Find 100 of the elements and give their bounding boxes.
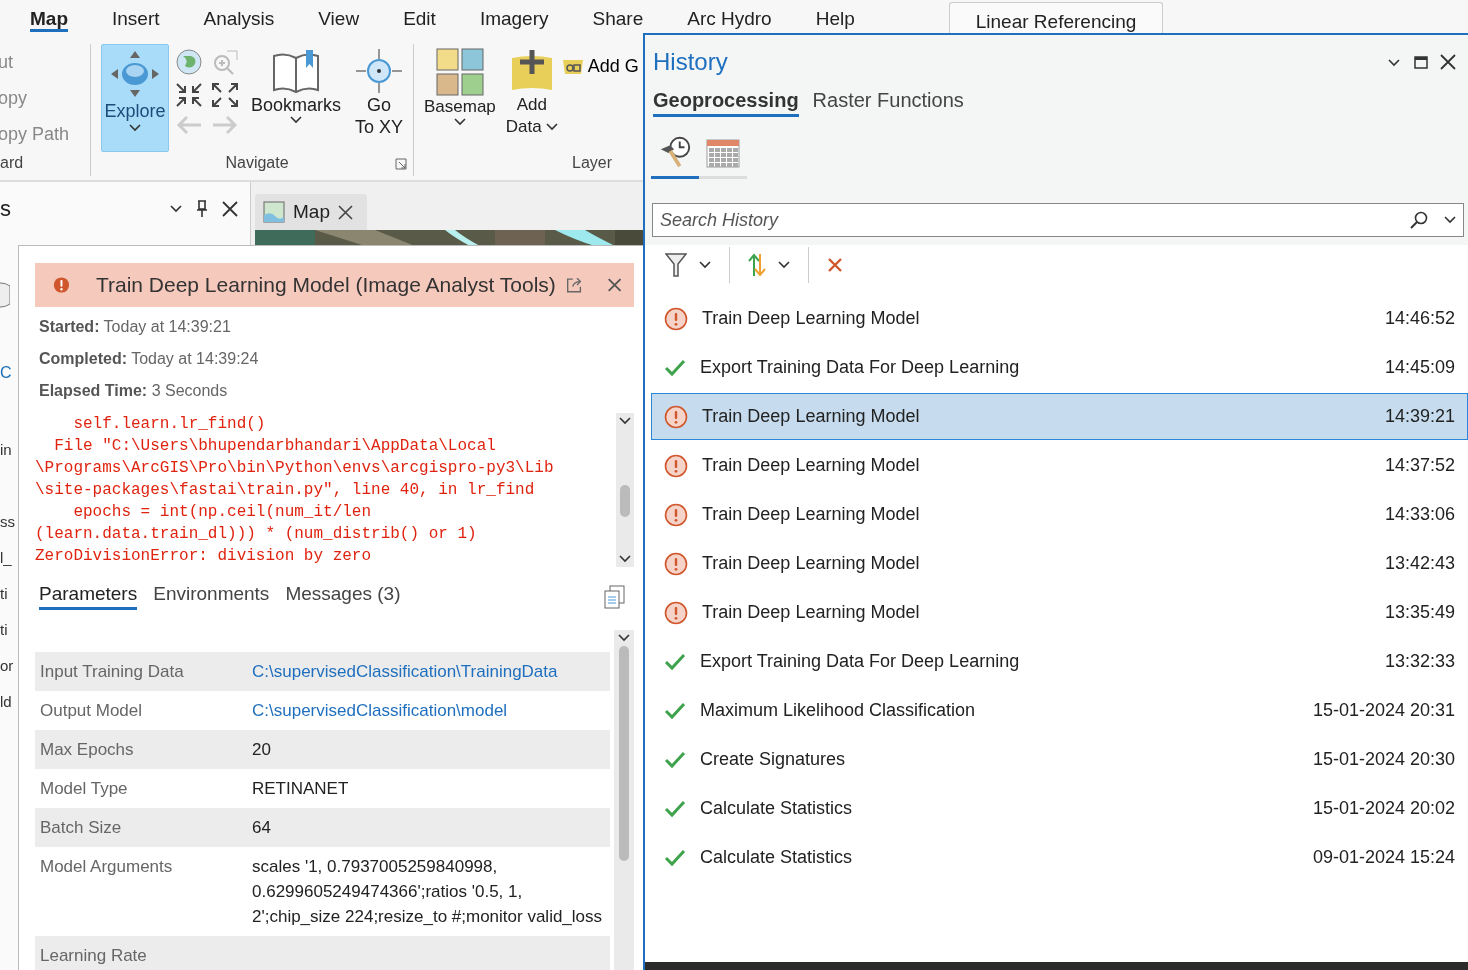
chevron-down-icon[interactable]: [170, 205, 182, 213]
caret-icon[interactable]: [129, 124, 141, 132]
caret-icon[interactable]: [290, 116, 302, 124]
chevron-down-icon[interactable]: [1444, 216, 1456, 224]
error-icon: [664, 306, 688, 331]
history-row[interactable]: Export Training Data For Deep Learning 13:32:33: [651, 638, 1468, 685]
filter-icon[interactable]: [665, 252, 687, 278]
tool-name: Train Deep Learning Model: [702, 504, 921, 525]
chevron-down-icon[interactable]: [699, 261, 711, 269]
check-icon: [664, 848, 686, 867]
sort-arrows-icon[interactable]: [748, 252, 766, 278]
go-to-xy-button[interactable]: Go To XY: [353, 44, 406, 142]
add-graphics-button[interactable]: Add G: [559, 44, 639, 77]
history-row[interactable]: Create Signatures 15-01-2024 20:30: [651, 736, 1468, 783]
graphics-layer-icon: [561, 57, 584, 76]
ribbon-tab[interactable]: Analysis: [203, 0, 275, 32]
tool-name: Export Training Data For Deep Learning: [700, 651, 1021, 672]
scroll-down-icon[interactable]: [619, 555, 631, 563]
caret-icon[interactable]: [453, 118, 466, 126]
param-name: Output Model: [40, 700, 144, 722]
bookmarks-button[interactable]: Bookmarks: [249, 44, 344, 128]
scrollbar[interactable]: [616, 413, 634, 567]
path-link[interactable]: C:\supervisedClassification\model: [252, 698, 605, 723]
scroll-up-icon[interactable]: [618, 634, 630, 642]
run-time: 13:35:49: [1384, 602, 1455, 623]
basemap-tiles-icon: [435, 48, 484, 96]
tree-item-label[interactable]: or: [0, 656, 14, 676]
ribbon-tab[interactable]: Linear Referencing: [948, 2, 1164, 34]
param-name: Model Arguments: [40, 856, 174, 878]
pin-icon[interactable]: [196, 200, 208, 218]
pane-title: History: [653, 48, 729, 76]
ribbon-tab[interactable]: Edit: [403, 0, 436, 32]
check-icon: [664, 358, 686, 377]
ribbon-tab[interactable]: Imagery: [479, 0, 549, 32]
error-icon: [664, 453, 688, 478]
tree-item-label[interactable]: C: [0, 363, 12, 383]
history-row[interactable]: Maximum Likelihood Classification 15-01-2024 20:31: [651, 687, 1468, 734]
tab-label[interactable]: Map: [293, 201, 330, 223]
ribbon-tab[interactable]: Help: [815, 0, 855, 32]
history-row[interactable]: Train Deep Learning Model 14:46:52: [651, 295, 1468, 342]
tree-item-label[interactable]: ti: [0, 620, 8, 640]
param-value: 20: [252, 739, 272, 761]
tree-item-label[interactable]: ss: [0, 512, 15, 532]
chevron-down-icon[interactable]: [1388, 58, 1400, 67]
scrollbar-thumb[interactable]: [620, 485, 630, 517]
scrollbar-thumb[interactable]: [619, 646, 629, 861]
scrollbar[interactable]: [614, 630, 634, 970]
caret-icon[interactable]: [545, 123, 558, 131]
map-tab[interactable]: Map: [255, 194, 367, 230]
tool-name: Maximum Likelihood Classification: [700, 700, 977, 721]
globe-icon[interactable]: [175, 48, 203, 76]
open-external-icon[interactable]: [565, 275, 583, 295]
pane-tab[interactable]: Geoprocessing: [653, 89, 799, 117]
pan-icon: [109, 49, 161, 99]
history-row[interactable]: Export Training Data For Deep Learning 14:45:09: [651, 344, 1468, 391]
group-label: Layer: [572, 154, 613, 171]
ribbon-tab[interactable]: Map: [30, 0, 68, 32]
detail-tab[interactable]: Parameters: [39, 583, 138, 610]
search-icon[interactable]: [1410, 211, 1428, 229]
history-row[interactable]: Train Deep Learning Model 13:35:49: [651, 589, 1468, 636]
ribbon-tab[interactable]: Insert: [112, 0, 160, 32]
chevron-down-icon[interactable]: [778, 261, 790, 269]
close-icon[interactable]: [337, 204, 353, 220]
history-row[interactable]: Train Deep Learning Model 14:39:21: [651, 393, 1468, 440]
history-row[interactable]: Train Deep Learning Model 14:37:52: [651, 442, 1468, 489]
param-name: Learning Rate: [40, 945, 148, 967]
delete-icon[interactable]: [827, 257, 843, 273]
basemap-button[interactable]: Basemap: [422, 44, 498, 130]
explore-button[interactable]: Explore: [101, 44, 169, 152]
history-row[interactable]: Train Deep Learning Model 14:33:06: [651, 491, 1468, 538]
expand-arrows-icon[interactable]: [211, 82, 239, 108]
error-icon: [53, 275, 70, 295]
history-row[interactable]: Calculate Statistics 09-01-2024 15:24: [651, 834, 1468, 881]
scroll-up-icon[interactable]: [619, 417, 631, 425]
ribbon-tab[interactable]: Arc Hydro: [687, 0, 772, 32]
detail-tab[interactable]: Environments: [153, 583, 270, 610]
ribbon-tab[interactable]: Share: [592, 0, 644, 32]
add-data-button[interactable]: Add Data: [503, 44, 560, 142]
error-icon: [664, 502, 688, 527]
path-link[interactable]: C:\supervisedClassification\TrainingData: [252, 659, 605, 684]
ribbon-tab[interactable]: View: [318, 0, 360, 32]
run-time: 15-01-2024 20:30: [1312, 749, 1455, 770]
maximize-icon[interactable]: [1414, 55, 1428, 69]
collapse-arrows-icon[interactable]: [175, 82, 203, 108]
tree-item-label[interactable]: in: [0, 440, 12, 460]
tree-item-label[interactable]: l_: [0, 548, 12, 568]
tool-name: Export Training Data For Deep Learning: [700, 357, 1021, 378]
run-time: 13:32:33: [1384, 651, 1455, 672]
pane-tab[interactable]: Raster Functions: [812, 89, 964, 117]
run-time: 14:46:52: [1384, 308, 1455, 329]
close-icon[interactable]: [1440, 54, 1456, 70]
close-icon[interactable]: [222, 201, 238, 217]
history-row[interactable]: Calculate Statistics 15-01-2024 20:02: [651, 785, 1468, 832]
search-field[interactable]: Search History: [652, 203, 1464, 237]
param-name: Input Training Data: [40, 661, 185, 683]
tree-item-label[interactable]: ti: [0, 584, 8, 604]
detail-tab[interactable]: Messages (3): [285, 583, 401, 610]
history-row[interactable]: Train Deep Learning Model 13:42:43: [651, 540, 1468, 587]
tree-item-label[interactable]: ld: [0, 692, 12, 712]
dialog-launcher-icon[interactable]: [395, 158, 407, 170]
